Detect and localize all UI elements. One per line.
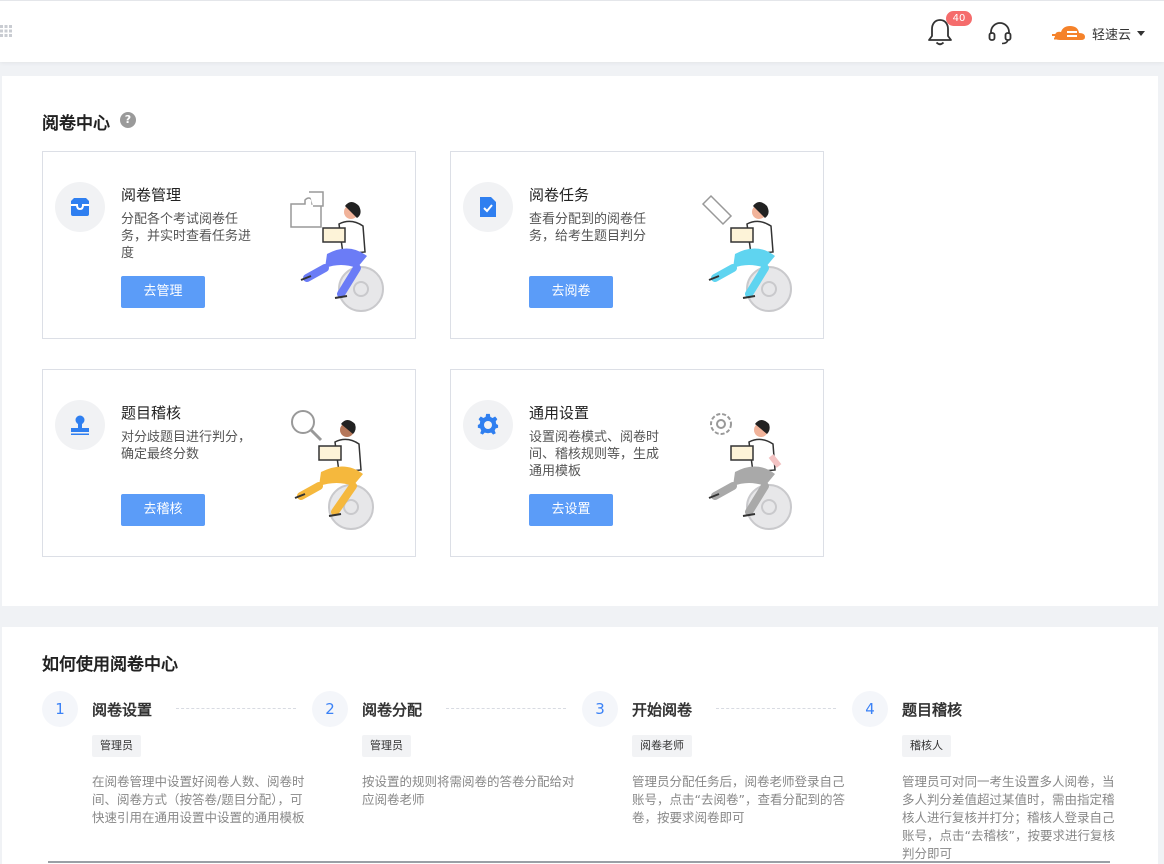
- card-review-management: 阅卷管理 分配各个考试阅卷任务，并实时查看任务进度 去管理: [42, 151, 416, 339]
- step-description: 按设置的规则将需阅卷的答卷分配给对应阅卷老师: [362, 774, 575, 807]
- card-icon-circle: [463, 182, 513, 232]
- card-title: 阅卷任务: [529, 186, 590, 204]
- step-number: 4: [852, 691, 888, 727]
- person-laptop-puzzle-illustration: [290, 191, 384, 312]
- go-review-button[interactable]: 去阅卷: [529, 276, 613, 308]
- card-description: 设置阅卷模式、阅卷时间、稽核规则等，生成通用模板: [529, 430, 660, 479]
- person-laptop-magnifier-illustration: [291, 410, 374, 530]
- step-role-tag: 稽核人: [902, 735, 951, 757]
- go-manage-button[interactable]: 去管理: [121, 276, 205, 308]
- step-role-tag: 阅卷老师: [632, 735, 692, 757]
- card-description: 查看分配到的阅卷任务，给考生题目判分: [529, 212, 647, 244]
- howto-title: 如何使用阅卷中心: [42, 655, 178, 675]
- step-number: 3: [582, 691, 618, 727]
- step-description: 在阅卷管理中设置好阅卷人数、阅卷时间、阅卷方式（按答卷/题目分配），可快速引用在…: [92, 774, 305, 825]
- document-check-icon: [480, 197, 496, 217]
- step-connector: [176, 708, 296, 709]
- app-grid-icon[interactable]: [0, 25, 12, 37]
- card-question-audit: 题目稽核 对分歧题目进行判分，确定最终分数 去稽核: [42, 369, 416, 557]
- step-description: 管理员分配任务后，阅卷老师登录自己账号，点击“去阅卷”，查看分配到的答卷，按要求…: [632, 774, 845, 825]
- step-number: 1: [42, 691, 78, 727]
- bottom-divider: [48, 861, 1110, 863]
- top-bar: 40 轻速云: [0, 0, 1164, 62]
- step-title: 阅卷设置: [92, 701, 153, 719]
- headset-icon[interactable]: [987, 20, 1013, 46]
- account-name: 轻速云: [1092, 27, 1132, 43]
- step-title: 题目稽核: [902, 701, 963, 719]
- card-title: 通用设置: [529, 404, 590, 422]
- step-connector: [716, 708, 836, 709]
- go-audit-button[interactable]: 去稽核: [121, 494, 205, 526]
- caret-down-icon: [1137, 30, 1146, 36]
- person-laptop-gear-illustration: [708, 413, 792, 530]
- step-description: 管理员可对同一考生设置多人阅卷，当多人判分差值超过某值时，需由指定稽核人进行复核…: [902, 774, 1115, 861]
- page-title: 阅卷中心: [42, 114, 110, 134]
- step-role-tag: 管理员: [362, 735, 411, 757]
- gear-icon: [477, 413, 499, 435]
- person-laptop-pencil-illustration: [701, 194, 792, 312]
- card-title: 阅卷管理: [121, 186, 182, 204]
- go-settings-button[interactable]: 去设置: [529, 494, 613, 526]
- step-connector: [446, 708, 566, 709]
- card-review-tasks: 阅卷任务 查看分配到的阅卷任务，给考生题目判分 去阅卷: [450, 151, 824, 339]
- card-description: 对分歧题目进行判分，确定最终分数: [121, 430, 252, 462]
- card-general-settings: 通用设置 设置阅卷模式、阅卷时间、稽核规则等，生成通用模板 去设置: [450, 369, 824, 557]
- card-title: 题目稽核: [121, 404, 182, 422]
- notification-badge: 40: [946, 11, 972, 26]
- inbox-icon: [71, 198, 89, 216]
- help-icon[interactable]: ?: [120, 112, 136, 128]
- stamp-icon: [71, 415, 89, 435]
- step-title: 开始阅卷: [632, 701, 693, 719]
- card-icon-circle: [463, 400, 513, 450]
- card-icon-circle: [55, 400, 105, 450]
- step-role-tag: 管理员: [92, 735, 141, 757]
- account-menu[interactable]: 轻速云: [1052, 21, 1146, 45]
- step-number: 2: [312, 691, 348, 727]
- brand-logo-icon: [1052, 26, 1085, 40]
- card-description: 分配各个考试阅卷任务，并实时查看任务进度: [121, 212, 252, 261]
- card-icon-circle: [55, 182, 105, 232]
- step-title: 阅卷分配: [362, 701, 423, 719]
